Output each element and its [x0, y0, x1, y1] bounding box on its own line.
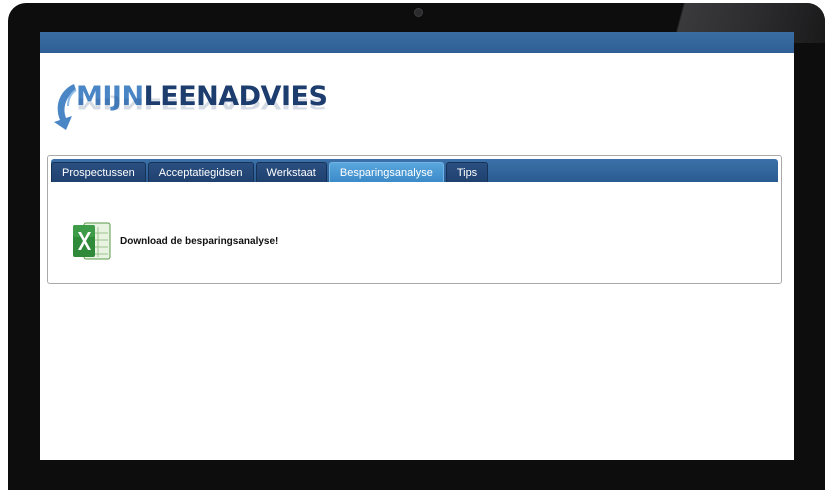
download-link[interactable]: Download de besparingsanalyse!	[70, 219, 278, 263]
site-logo[interactable]: MIJNLEENADVIES MIJNLEENADVIES	[52, 76, 328, 138]
tab-acceptatiegidsen[interactable]: Acceptatiegidsen	[147, 162, 254, 182]
tab-tips[interactable]: Tips	[445, 162, 489, 182]
screen: MIJNLEENADVIES MIJNLEENADVIES Prospectus…	[40, 32, 794, 460]
tab-list: Prospectussen Acceptatiegidsen Werkstaat…	[51, 162, 490, 182]
excel-icon[interactable]	[70, 219, 114, 263]
tab-werkstaat[interactable]: Werkstaat	[255, 162, 327, 182]
tab-panel: Prospectussen Acceptatiegidsen Werkstaat…	[47, 155, 782, 284]
tab-strip: Prospectussen Acceptatiegidsen Werkstaat…	[51, 159, 778, 182]
download-label[interactable]: Download de besparingsanalyse!	[120, 236, 278, 247]
camera-icon	[414, 8, 423, 17]
tab-prospectussen[interactable]: Prospectussen	[51, 162, 146, 182]
top-bar	[40, 32, 794, 53]
logo-reflection: MIJNLEENADVIES	[76, 94, 328, 112]
tab-besparingsanalyse[interactable]: Besparingsanalyse	[328, 162, 444, 182]
